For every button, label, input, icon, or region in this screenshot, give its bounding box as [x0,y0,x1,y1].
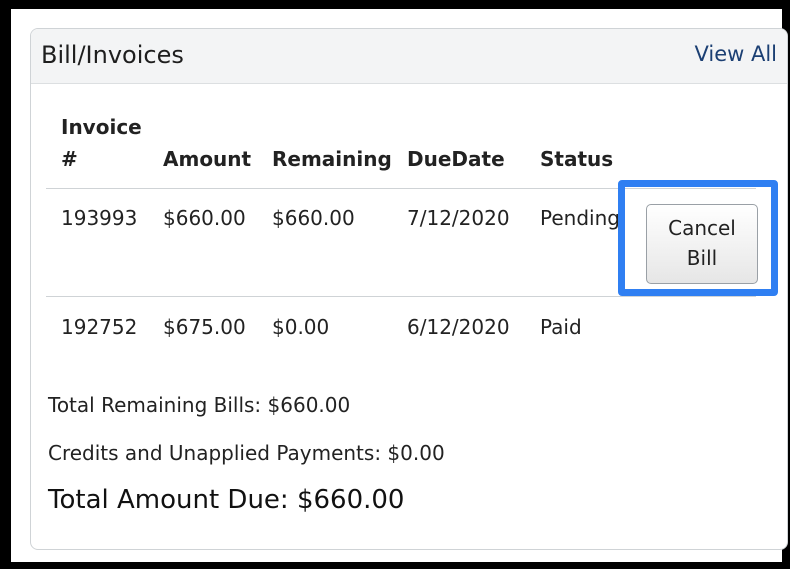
invoice-number: 193993 [61,206,138,230]
invoice-remaining: $0.00 [272,315,330,339]
invoice-due-date: 7/12/2020 [407,206,510,230]
column-header-status: Status [540,147,614,171]
total-amount-due: Total Amount Due: $660.00 [48,485,405,515]
column-header-invoice-hash: # [61,147,78,171]
panel-title: Bill/Invoices [41,41,184,69]
view-all-link[interactable]: View All [694,42,777,66]
status-clip: Pending [540,204,620,234]
cancel-bill-label-line1: Cancel [668,216,736,240]
total-remaining-bills: Total Remaining Bills: $660.00 [48,393,351,417]
invoice-number: 192752 [61,315,138,339]
row-divider [46,296,756,297]
invoice-due-date: 6/12/2020 [407,315,510,339]
invoice-status: Paid [540,315,582,339]
invoice-amount: $675.00 [163,315,246,339]
column-header-due-date: DueDate [407,147,505,171]
invoice-status: Pending [540,206,620,230]
invoice-remaining: $660.00 [272,206,355,230]
invoice-amount: $660.00 [163,206,246,230]
column-header-remaining: Remaining [272,147,392,171]
column-header-invoice: Invoice [61,115,142,139]
column-header-amount: Amount [163,147,252,171]
panel-header: Bill/Invoices View All [31,29,787,84]
credits-unapplied-payments: Credits and Unapplied Payments: $0.00 [48,441,445,465]
cancel-bill-label-line2: Bill [686,246,718,270]
cancel-bill-button[interactable]: Cancel Bill [646,204,758,284]
